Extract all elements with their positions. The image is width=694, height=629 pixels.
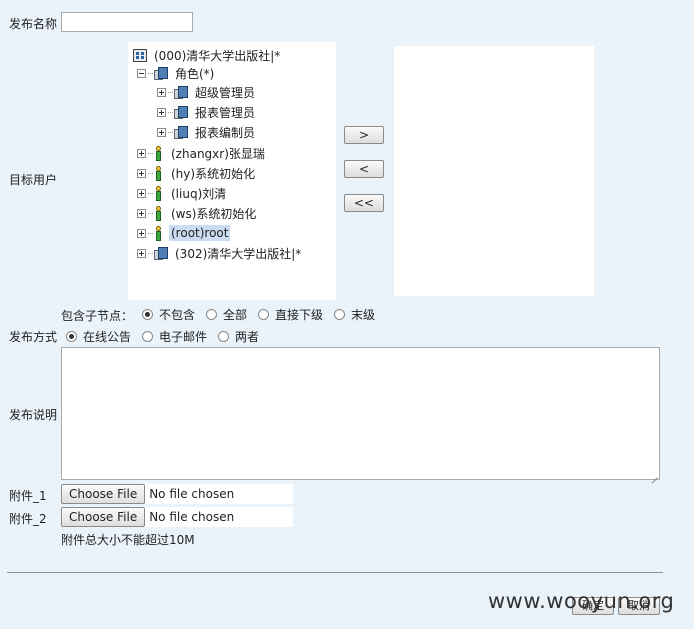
tree-node-label: (zhangxr)张显瑞 bbox=[171, 146, 265, 161]
include-children-none-option[interactable]: 不包含 bbox=[142, 306, 195, 323]
description-label: 发布说明 bbox=[9, 408, 58, 422]
tree-node-user[interactable]: (ws)系统初始化 bbox=[137, 203, 258, 223]
add-selected-button[interactable]: > bbox=[344, 126, 384, 144]
publish-method-both-option[interactable]: 两者 bbox=[218, 328, 259, 345]
radio-checked-icon[interactable] bbox=[66, 331, 77, 342]
tree-node-label: (000)清华大学出版社|* bbox=[154, 48, 281, 63]
include-children-direct-option[interactable]: 直接下级 bbox=[258, 306, 323, 323]
attachment1-file-input[interactable]: Choose File No file chosen bbox=[61, 484, 293, 504]
file-status-text: No file chosen bbox=[149, 487, 235, 501]
tree-node-root[interactable]: (000)清华大学出版社|* bbox=[133, 45, 282, 65]
expand-icon[interactable] bbox=[137, 208, 146, 218]
tree-node-role[interactable]: 报表管理员 bbox=[157, 102, 257, 122]
expand-icon[interactable] bbox=[137, 248, 146, 258]
role-group-icon bbox=[154, 66, 168, 80]
role-icon bbox=[174, 125, 188, 139]
expand-icon[interactable] bbox=[137, 188, 146, 198]
user-icon bbox=[154, 165, 163, 181]
tree-node-user[interactable]: (zhangxr)张显瑞 bbox=[137, 143, 267, 163]
include-children-label: 包含子节点： bbox=[61, 309, 134, 323]
selected-users-list[interactable] bbox=[394, 46, 594, 296]
attachment2-file-input[interactable]: Choose File No file chosen bbox=[61, 507, 293, 527]
tree-node-label: 超级管理员 bbox=[195, 85, 256, 100]
tree-node-user-selected[interactable]: (root)root bbox=[137, 223, 231, 243]
tree-node-label: (root)root bbox=[169, 225, 231, 241]
tree-node-label: (302)清华大学出版社|* bbox=[175, 246, 302, 261]
watermark-text: www.wooyun.org bbox=[488, 589, 675, 613]
expand-icon[interactable] bbox=[157, 87, 166, 97]
radio-icon[interactable] bbox=[206, 309, 217, 320]
publish-name-input[interactable] bbox=[61, 12, 193, 32]
collapse-icon[interactable] bbox=[137, 68, 146, 78]
expand-icon[interactable] bbox=[137, 168, 146, 178]
tree-node-role[interactable]: 报表编制员 bbox=[157, 122, 257, 142]
attachment2-label: 附件_2 bbox=[9, 512, 47, 526]
tree-node-label: 报表编制员 bbox=[195, 125, 256, 140]
user-icon bbox=[154, 205, 163, 221]
user-icon bbox=[154, 145, 163, 161]
publish-method-label: 发布方式 bbox=[9, 330, 58, 344]
tree-node-roles[interactable]: 角色(*) bbox=[137, 63, 216, 83]
user-tree-panel[interactable]: (000)清华大学出版社|* 角色(*) 超级管理员 报表管理员 报表编制员 (… bbox=[128, 42, 336, 300]
attachment-size-hint: 附件总大小不能超过10M bbox=[61, 533, 195, 547]
role-icon bbox=[174, 85, 188, 99]
tree-node-label: 角色(*) bbox=[175, 66, 215, 81]
expand-icon[interactable] bbox=[137, 148, 146, 158]
remove-all-button[interactable]: << bbox=[344, 194, 384, 212]
expand-icon[interactable] bbox=[137, 228, 146, 238]
include-children-all-option[interactable]: 全部 bbox=[206, 306, 247, 323]
user-icon bbox=[154, 225, 163, 241]
radio-icon[interactable] bbox=[218, 331, 229, 342]
radio-checked-icon[interactable] bbox=[142, 309, 153, 320]
tree-node-label: (hy)系统初始化 bbox=[171, 166, 256, 181]
choose-file-button[interactable]: Choose File bbox=[61, 484, 146, 504]
tree-node-role[interactable]: 超级管理员 bbox=[157, 82, 257, 102]
publish-method-email-option[interactable]: 电子邮件 bbox=[142, 328, 207, 345]
tree-node-label: (liuq)刘清 bbox=[171, 186, 227, 201]
resize-grip-icon[interactable] bbox=[650, 470, 658, 478]
target-user-label: 目标用户 bbox=[9, 173, 58, 187]
radio-icon[interactable] bbox=[334, 309, 345, 320]
choose-file-button[interactable]: Choose File bbox=[61, 507, 146, 527]
publish-method-online-option[interactable]: 在线公告 bbox=[66, 328, 131, 345]
tree-node-user[interactable]: (hy)系统初始化 bbox=[137, 163, 257, 183]
expand-icon[interactable] bbox=[157, 127, 166, 137]
publish-name-label: 发布名称 bbox=[9, 17, 58, 31]
include-children-leaf-option[interactable]: 末级 bbox=[334, 306, 375, 323]
divider bbox=[7, 572, 663, 573]
tree-node-label: 报表管理员 bbox=[195, 105, 256, 120]
tree-node-org[interactable]: (302)清华大学出版社|* bbox=[137, 243, 303, 263]
expand-icon[interactable] bbox=[157, 107, 166, 117]
attachment1-label: 附件_1 bbox=[9, 489, 47, 503]
file-status-text: No file chosen bbox=[149, 510, 235, 524]
tree-node-user[interactable]: (liuq)刘清 bbox=[137, 183, 228, 203]
radio-icon[interactable] bbox=[258, 309, 269, 320]
user-icon bbox=[154, 185, 163, 201]
remove-selected-button[interactable]: < bbox=[344, 160, 384, 178]
organization-unit-icon bbox=[154, 246, 168, 260]
tree-node-label: (ws)系统初始化 bbox=[171, 206, 257, 221]
description-textarea[interactable] bbox=[61, 347, 660, 480]
organization-icon bbox=[133, 48, 147, 62]
role-icon bbox=[174, 105, 188, 119]
radio-icon[interactable] bbox=[142, 331, 153, 342]
